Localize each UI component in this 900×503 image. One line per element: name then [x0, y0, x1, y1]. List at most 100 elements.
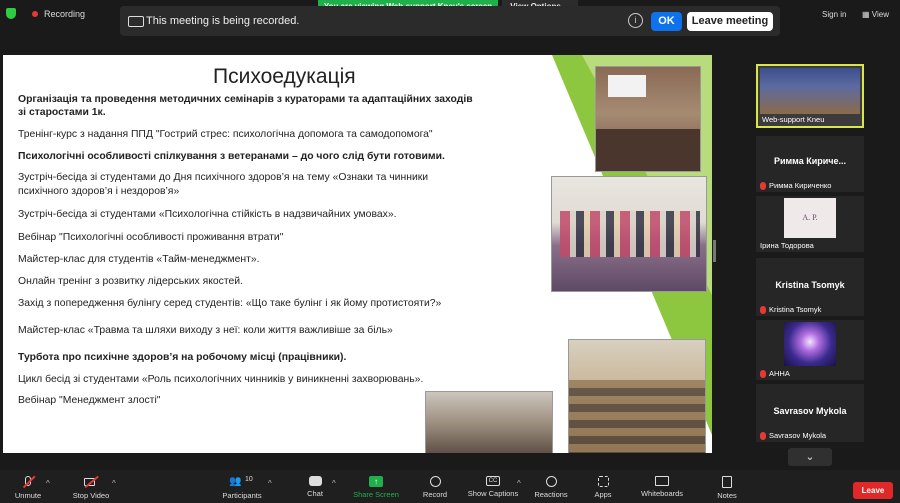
- record-label: Record: [422, 490, 448, 499]
- reactions-button[interactable]: Reactions: [532, 476, 570, 499]
- recording-message: This meeting is being recorded.: [146, 15, 300, 27]
- participants-options-chevron[interactable]: ^: [268, 479, 272, 488]
- participant-label: Римма Кириченко: [760, 181, 831, 190]
- notes-button[interactable]: Notes: [714, 476, 740, 500]
- slide-line: Тренінг-курс з надання ППД "Гострий стре…: [18, 129, 433, 140]
- participant-display-name: Savrasov Mykola: [773, 406, 847, 416]
- participant-tile-savrasov[interactable]: Savrasov Mykola Savrasov Mykola: [756, 384, 864, 442]
- captions-options-chevron[interactable]: ^: [517, 479, 521, 488]
- record-icon: [429, 476, 441, 487]
- stop-video-button[interactable]: Stop Video: [68, 475, 114, 500]
- mic-off-icon: [760, 369, 766, 378]
- recording-indicator[interactable]: Recording: [6, 8, 85, 19]
- recording-label: Recording: [44, 8, 86, 19]
- share-screen-button[interactable]: ↑ Share Screen: [350, 476, 402, 499]
- view-menu[interactable]: ▦ View: [862, 10, 889, 19]
- shield-icon: [6, 8, 16, 19]
- mic-muted-icon: [20, 475, 36, 488]
- record-button[interactable]: Record: [420, 476, 450, 499]
- participant-display-name: Римма Кириче...: [773, 156, 847, 166]
- event-photo-group: [551, 176, 707, 292]
- slide-line: Зустріч-бесіда зі студентами «Психологіч…: [18, 209, 397, 220]
- meeting-toolbar: [0, 470, 900, 503]
- audience: [596, 129, 700, 171]
- slide-line: Зустріч-бесіда зі студентами до Дня псих…: [18, 172, 429, 183]
- video-off-icon: [83, 475, 99, 488]
- participant-label: Savrasov Mykola: [760, 431, 826, 440]
- participant-name: Kristina Tsomyk: [769, 305, 822, 314]
- participant-name: АННА: [769, 369, 790, 378]
- participant-display-name: Kristina Tsomyk: [775, 280, 845, 290]
- participant-tile-rimma[interactable]: Римма Кириче... Римма Кириченко: [756, 136, 864, 192]
- participants-label: Participants: [222, 491, 262, 500]
- chat-button[interactable]: Chat: [300, 476, 330, 498]
- participants-count: 10: [245, 476, 253, 483]
- notes-icon: [722, 476, 732, 488]
- notes-label: Notes: [717, 491, 737, 500]
- captions-icon: CC: [486, 476, 500, 486]
- chat-label: Chat: [307, 489, 323, 498]
- participant-video: [760, 68, 860, 114]
- slide-line: Цикл бесід зі студентами «Роль психологі…: [18, 374, 424, 385]
- slide-line: психічного здоров’я і нездоров’я»: [18, 186, 180, 197]
- unmute-options-chevron[interactable]: ^: [46, 479, 50, 488]
- mic-off-icon: [760, 181, 766, 190]
- whiteboards-label: Whiteboards: [640, 489, 684, 498]
- chevron-down-icon[interactable]: ⌄: [788, 448, 832, 466]
- slide-line: зі старостами 1к.: [18, 107, 106, 118]
- participant-tile-kristina[interactable]: Kristina Tsomyk Kristina Tsomyk: [756, 258, 864, 316]
- event-photo-classroom: [568, 339, 706, 453]
- leave-meeting-button[interactable]: Leave meeting: [687, 12, 773, 31]
- whiteboard-icon: [655, 476, 669, 486]
- chat-options-chevron[interactable]: ^: [332, 479, 336, 488]
- participants-icon: 👥 10: [229, 476, 253, 487]
- apps-label: Apps: [594, 490, 612, 499]
- event-photo-seminar: [425, 391, 553, 453]
- record-dot-icon: [32, 10, 38, 17]
- projector-screen: [608, 75, 646, 97]
- apps-button[interactable]: Apps: [590, 476, 616, 499]
- reactions-icon: [545, 476, 557, 487]
- stop-video-label: Stop Video: [72, 491, 110, 500]
- scrollbar[interactable]: [713, 240, 716, 262]
- mic-off-icon: [760, 305, 766, 314]
- slide-line: Вебінар "Менеджмент злості": [18, 395, 161, 406]
- unmute-label: Unmute: [14, 491, 42, 500]
- slide-line: Турбота про психічне здоров’я на робочом…: [18, 352, 347, 363]
- slide-line: Захід з попередження булінгу серед студе…: [18, 298, 442, 309]
- participant-label: АННА: [760, 369, 790, 378]
- show-captions-button[interactable]: CC Show Captions: [464, 476, 522, 498]
- slide-line: Майстер-клас для студентів «Тайм-менеджм…: [18, 254, 260, 265]
- share-screen-label: Share Screen: [353, 490, 399, 499]
- info-icon[interactable]: i: [628, 13, 643, 28]
- video-options-chevron[interactable]: ^: [112, 479, 116, 488]
- participant-name: Римма Кириченко: [769, 181, 832, 190]
- event-photo-lecture: [595, 66, 701, 172]
- classroom-rows: [569, 380, 705, 453]
- shared-slide: Психоедукація Організація та проведення …: [3, 55, 712, 453]
- chat-icon: [308, 476, 322, 486]
- participant-tile-anna[interactable]: АННА: [756, 320, 864, 380]
- participant-label: Ірина Тодорова: [760, 241, 814, 250]
- reactions-label: Reactions: [534, 490, 568, 499]
- participants-button[interactable]: 👥 10 Participants: [218, 476, 266, 500]
- participant-tile-web-support[interactable]: Web-support Kneu: [756, 64, 864, 128]
- whiteboards-button[interactable]: Whiteboards: [636, 476, 688, 498]
- people-group: [560, 211, 700, 257]
- grid-icon: ▦: [862, 10, 872, 19]
- participant-label: Web-support Kneu: [762, 115, 824, 124]
- leave-button[interactable]: Leave: [853, 482, 893, 499]
- slide-line: Онлайн тренінг з розвитку лідерських яко…: [18, 276, 243, 287]
- slide-line: Майстер-клас «Травма та шляхи виходу з н…: [18, 325, 393, 336]
- meditation-avatar: [784, 322, 836, 366]
- participant-avatar: А. Р.: [784, 198, 836, 238]
- share-screen-icon: ↑: [369, 476, 383, 487]
- mic-off-icon: [760, 431, 766, 440]
- unmute-button[interactable]: Unmute: [8, 475, 48, 500]
- participant-tile-iryna[interactable]: А. Р. Ірина Тодорова: [756, 196, 864, 252]
- ok-button[interactable]: OK: [651, 12, 682, 31]
- camera-icon: [128, 16, 144, 27]
- apps-icon: [597, 476, 609, 487]
- sign-in-link[interactable]: Sign in: [822, 10, 846, 19]
- slide-title: Психоедукація: [213, 65, 356, 88]
